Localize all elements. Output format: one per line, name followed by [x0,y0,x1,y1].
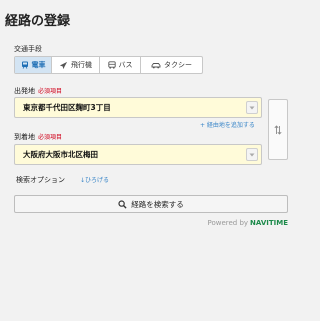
transport-label: 交通手段 [14,45,42,53]
search-options-label: 検索オプション [16,176,65,184]
expand-options-link[interactable]: ↓ひろげる [80,175,109,184]
chevron-down-icon [249,106,255,109]
arrival-dropdown-button[interactable] [246,148,258,161]
departure-field[interactable]: 東京都千代田区麹町3丁目 [14,97,262,118]
tab-train-label: 電車 [31,61,46,69]
departure-label-row: 出発地 必須項目 [14,86,62,96]
swap-button[interactable] [268,99,288,160]
bus-icon [107,61,116,69]
route-registration-page: 経路の登録 交通手段 電車 飛行機 バス タクシー 出発地 必須項目 東京都千代… [0,0,300,321]
transport-tabs: 電車 飛行機 バス タクシー [14,56,203,74]
swap-arrows-icon [274,124,282,135]
search-route-label: 経路を検索する [131,199,184,209]
arrival-field[interactable]: 大阪府大阪市北区梅田 [14,144,262,165]
add-via-link[interactable]: + 経由地を追加する [200,120,255,129]
tab-airplane-label: 飛行機 [71,61,92,69]
tab-airplane[interactable]: 飛行機 [52,57,100,73]
taxi-icon [151,62,161,68]
departure-dropdown-button[interactable] [246,101,258,114]
arrival-required-tag: 必須項目 [38,134,63,141]
arrival-label: 到着地 [14,133,35,141]
tab-taxi-label: タクシー [164,61,192,69]
airplane-icon [59,61,68,69]
powered-by-text: Powered by [207,219,249,227]
search-icon [118,199,127,209]
tab-taxi[interactable]: タクシー [141,57,202,73]
tab-bus-label: バス [118,61,133,69]
departure-value: 東京都千代田区麹町3丁目 [23,103,111,112]
powered-by-footer: Powered by NAVITIME [207,219,288,227]
departure-label: 出発地 [14,87,35,95]
arrival-label-row: 到着地 必須項目 [14,132,62,142]
page-title: 経路の登録 [5,14,71,29]
tab-train[interactable]: 電車 [15,57,52,73]
tab-bus[interactable]: バス [100,57,141,73]
train-icon [21,61,28,69]
arrival-value: 大阪府大阪市北区梅田 [23,150,98,159]
departure-required-tag: 必須項目 [38,88,63,95]
chevron-down-icon [249,153,255,156]
navitime-logo: NAVITIME [250,219,288,227]
search-route-button[interactable]: 経路を検索する [14,195,288,213]
